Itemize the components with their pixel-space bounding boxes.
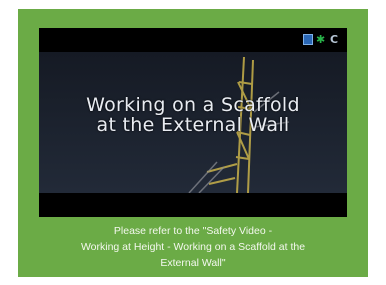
video-title-line2: at the External Wall (96, 114, 290, 136)
broadcaster-logos: ✱ C (303, 34, 341, 45)
video-caption: Please refer to the "Safety Video - Work… (32, 223, 354, 271)
caption-line3: External Wall" (160, 257, 226, 269)
blue-square-logo-icon (303, 34, 313, 45)
video-title-line1: Working on a Scaffold (86, 94, 300, 116)
video-card: ✱ C Working on a Scaffold at the Externa… (18, 9, 368, 277)
caption-line2: Working at Height - Working on a Scaffol… (80, 241, 306, 253)
video-thumbnail[interactable]: ✱ C Working on a Scaffold at the Externa… (39, 28, 347, 217)
letterbox-bottom (39, 193, 347, 217)
green-flower-logo-icon: ✱ (316, 33, 326, 46)
letterbox-top (39, 28, 347, 52)
grey-c-logo-icon: C (330, 33, 339, 46)
caption-line1: Please refer to the "Safety Video - (113, 225, 273, 237)
video-title: Working on a Scaffold at the External Wa… (39, 95, 347, 135)
